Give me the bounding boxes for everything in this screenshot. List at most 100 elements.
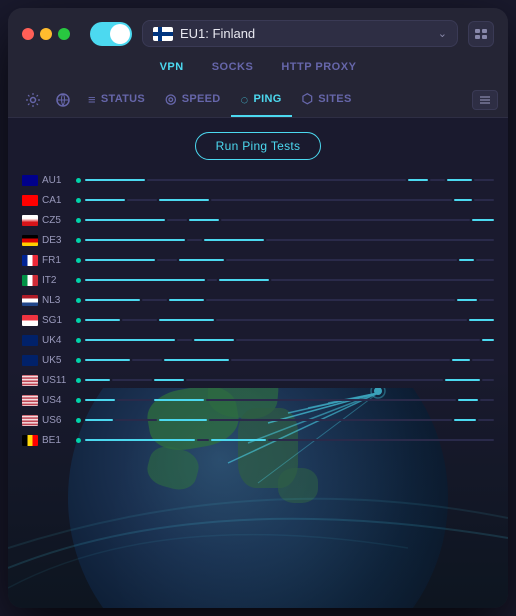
server-selector[interactable]: EU1: Finland ⌄ [142, 20, 458, 47]
minimize-button[interactable] [40, 28, 52, 40]
ping-bars [85, 319, 494, 321]
maximize-button[interactable] [58, 28, 70, 40]
list-item: NL3 [22, 290, 494, 310]
list-item: US11 [22, 370, 494, 390]
server-flag-au [22, 175, 38, 186]
server-code: UK5 [42, 355, 72, 366]
ping-bars [85, 179, 494, 181]
ping-dot [76, 238, 81, 243]
ping-bar-filled [408, 179, 428, 181]
server-code: DE3 [42, 235, 72, 246]
window-options-button[interactable] [468, 21, 494, 47]
chevron-down-icon: ⌄ [438, 27, 447, 40]
list-item: CA1 [22, 190, 494, 210]
ping-bars [85, 279, 494, 281]
ping-dot [76, 178, 81, 183]
tab-ping-label: PING [254, 93, 282, 105]
tab-speed[interactable]: ◎ SPEED [155, 83, 230, 117]
server-flag-nl [22, 295, 38, 306]
server-flag-uk5 [22, 355, 38, 366]
settings-icon [25, 92, 41, 108]
server-code: AU1 [42, 175, 72, 186]
list-item: UK5 [22, 350, 494, 370]
list-item: DE3 [22, 230, 494, 250]
server-flag-fr [22, 255, 38, 266]
ping-bars [85, 359, 494, 361]
settings-button[interactable] [18, 85, 48, 115]
server-code: SG1 [42, 315, 72, 326]
speed-icon: ◎ [165, 91, 177, 107]
tab-status-label: STATUS [101, 93, 145, 105]
ping-bar-empty [474, 179, 494, 181]
ping-bars [85, 379, 494, 381]
server-flag-us4 [22, 395, 38, 406]
ping-dot [76, 358, 81, 363]
ping-dot [76, 198, 81, 203]
server-code: NL3 [42, 295, 72, 306]
ping-bars [85, 259, 494, 261]
server-flag-us11 [22, 375, 38, 386]
tab-speed-label: SPEED [182, 93, 221, 105]
globe-icon [55, 92, 71, 108]
ping-dot [76, 438, 81, 443]
server-flag-us6 [22, 415, 38, 426]
server-flag-be [22, 435, 38, 446]
tab-ping[interactable]: ◌ PING [231, 84, 292, 117]
server-code: US6 [42, 415, 72, 426]
close-button[interactable] [22, 28, 34, 40]
protocol-tab-http[interactable]: HTTP PROXY [277, 59, 360, 75]
server-code: CZ5 [42, 215, 72, 226]
expand-icon [479, 95, 491, 105]
titlebar: EU1: Finland ⌄ [8, 8, 508, 55]
tab-sites-label: SITES [318, 93, 351, 105]
ping-bars [85, 219, 494, 221]
server-list: AU1 CA1 [8, 170, 508, 450]
tab-status[interactable]: ≡ STATUS [78, 84, 155, 117]
ping-bars [85, 339, 494, 341]
ping-bars [85, 199, 494, 201]
server-flag-it [22, 275, 38, 286]
ping-dot [76, 218, 81, 223]
globe-button[interactable] [48, 85, 78, 115]
server-flag-ca [22, 195, 38, 206]
ping-dot [76, 418, 81, 423]
sites-icon: ⬡ [302, 91, 314, 107]
server-code: US11 [42, 375, 72, 386]
list-item: UK4 [22, 330, 494, 350]
ping-icon: ◌ [241, 92, 249, 107]
ping-dot [76, 318, 81, 323]
ping-bar-filled [85, 179, 145, 181]
ping-dot [76, 378, 81, 383]
list-item: FR1 [22, 250, 494, 270]
server-code: FR1 [42, 255, 72, 266]
status-icon: ≡ [88, 92, 96, 107]
traffic-lights [22, 28, 70, 40]
list-item: CZ5 [22, 210, 494, 230]
list-item: SG1 [22, 310, 494, 330]
server-flag-de [22, 235, 38, 246]
list-item: AU1 [22, 170, 494, 190]
vpn-toggle[interactable] [90, 22, 132, 46]
ping-bar-empty [147, 179, 406, 181]
server-flag-sg [22, 315, 38, 326]
ping-dot [76, 258, 81, 263]
expand-button[interactable] [472, 90, 498, 110]
grid-icon [475, 29, 487, 39]
run-ping-button[interactable]: Run Ping Tests [195, 132, 322, 160]
tab-sites[interactable]: ⬡ SITES [292, 83, 362, 117]
ping-bars [85, 299, 494, 301]
main-window: EU1: Finland ⌄ VPN SOCKS HTTP PROXY [8, 8, 508, 608]
server-code: CA1 [42, 195, 72, 206]
ping-dot [76, 398, 81, 403]
ping-bars [85, 439, 494, 441]
ping-header: Run Ping Tests [8, 118, 508, 170]
ping-bars [85, 399, 494, 401]
server-code: UK4 [42, 335, 72, 346]
ping-bar-empty [430, 179, 445, 181]
protocol-tab-vpn[interactable]: VPN [156, 59, 188, 75]
server-code: US4 [42, 395, 72, 406]
protocol-tab-socks[interactable]: SOCKS [208, 59, 258, 75]
server-flag-cz [22, 215, 38, 226]
ping-bars [85, 419, 494, 421]
list-item: US6 [22, 410, 494, 430]
